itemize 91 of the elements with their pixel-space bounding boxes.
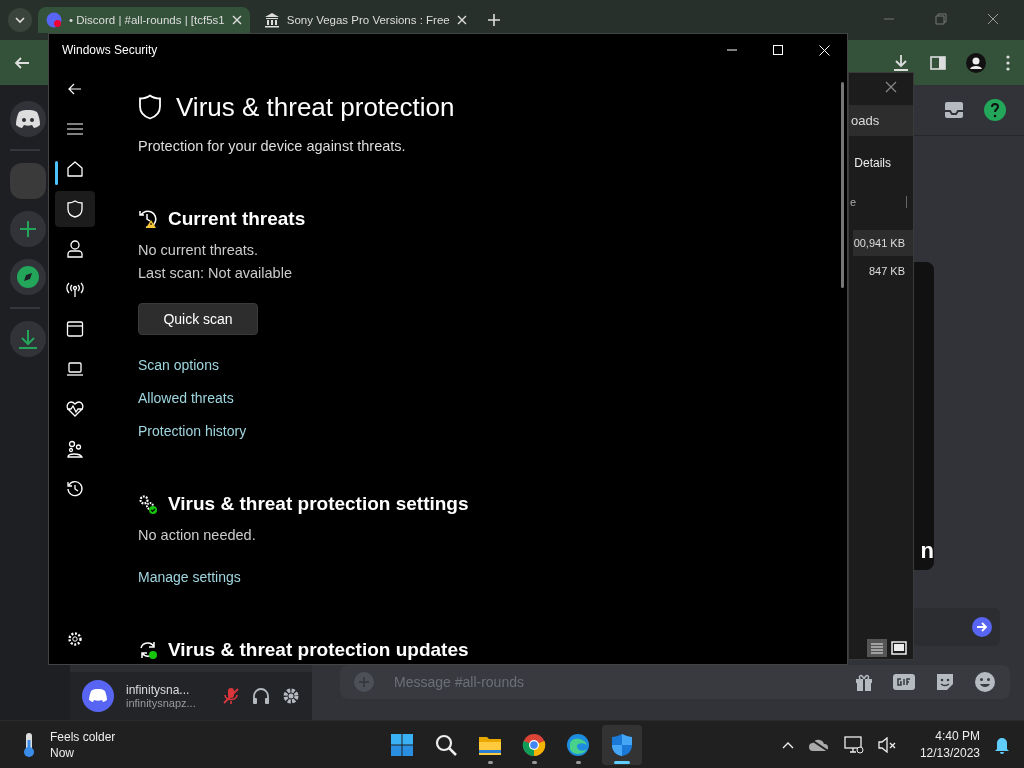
tab-list-button[interactable] [8, 8, 32, 32]
health-icon [66, 400, 84, 418]
shield-icon [138, 94, 162, 120]
tiles-view-icon[interactable] [891, 641, 907, 655]
museum-favicon-icon [263, 12, 280, 28]
add-server-button[interactable] [10, 211, 46, 247]
section-heading: Virus & threat protection settings [168, 493, 469, 515]
scrollbar-thumb[interactable] [841, 82, 844, 288]
user-tag: infinitysnapz... [126, 697, 210, 709]
cloud-off-icon[interactable] [807, 737, 830, 752]
status-text: No action needed. [138, 526, 256, 545]
settings-link[interactable]: Scan options [138, 355, 219, 375]
clock-warning-icon [138, 209, 158, 229]
app-icon [66, 320, 84, 338]
tab-title: Sony Vegas Pro Versions : Free [286, 14, 450, 26]
nav-item[interactable] [55, 191, 95, 227]
explore-button[interactable] [10, 259, 46, 295]
headphones-icon[interactable] [252, 687, 270, 705]
start-icon [390, 732, 414, 757]
embed-text: n [920, 538, 934, 564]
browser-tab[interactable]: • Discord | #all-rounds | [tcf5s1 [38, 7, 250, 33]
search-icon [434, 732, 458, 757]
settings-icon[interactable] [282, 687, 300, 705]
menu-icon[interactable] [67, 123, 83, 135]
discord-favicon-icon [46, 12, 62, 28]
status-text: No current threats. [138, 241, 259, 260]
edge-icon [566, 732, 590, 757]
maximize-icon[interactable] [773, 45, 783, 55]
chrome-icon [522, 732, 546, 757]
discord-logo-icon [15, 109, 41, 129]
username: infinitysna... [126, 683, 191, 697]
weather-title[interactable]: Feels colder [50, 728, 116, 745]
message-input[interactable]: Message #all-rounds [392, 673, 836, 691]
refresh-check-icon [138, 640, 158, 660]
profile-icon[interactable] [966, 52, 986, 73]
back-arrow-icon[interactable] [68, 83, 82, 95]
gif-icon[interactable] [892, 672, 916, 692]
compass-icon [17, 266, 39, 288]
browser-tab[interactable]: Sony Vegas Pro Versions : Free [255, 7, 475, 33]
menu-icon[interactable] [1006, 54, 1010, 71]
taskbar-app[interactable] [602, 724, 642, 765]
message-field[interactable]: Message #all-rounds [340, 665, 1010, 699]
details-button[interactable]: Details [854, 156, 913, 170]
download-icon [17, 328, 39, 350]
quick-scan-button[interactable]: Quick scan [138, 303, 258, 335]
device-icon [66, 360, 84, 378]
tab-title: • Discord | #all-rounds | [tcf5s1 [69, 14, 225, 26]
status-text: Last scan: Not available [138, 264, 292, 283]
download-apps-button[interactable] [10, 321, 46, 357]
downloads-tab[interactable]: oads [849, 105, 913, 136]
history-icon [66, 480, 84, 498]
inbox-icon[interactable] [944, 101, 964, 119]
speaker-muted-icon[interactable] [877, 736, 898, 753]
gears-check-icon [138, 494, 158, 514]
thermometer-icon[interactable] [22, 731, 36, 758]
family-icon [66, 440, 84, 458]
gift-icon[interactable] [854, 672, 874, 692]
clock-time[interactable]: 4:40 PM [935, 727, 980, 745]
home-icon [66, 160, 84, 178]
settings-link[interactable]: Protection history [138, 421, 247, 441]
chevron-up-icon[interactable] [781, 740, 794, 749]
page-subtitle: Protection for your device against threats. [138, 137, 406, 156]
discord-home-button[interactable] [10, 101, 46, 137]
settings-link[interactable]: Allowed threats [138, 388, 234, 408]
security-icon [610, 732, 634, 757]
monitor-icon[interactable] [843, 735, 864, 754]
new-tab-icon[interactable] [486, 13, 501, 27]
window-title: Windows Security [62, 43, 158, 57]
section-heading: Current threats [168, 208, 306, 230]
emoji-icon[interactable] [974, 671, 996, 693]
side-panel-icon[interactable] [930, 54, 946, 71]
page-heading: Virus & threat protection [176, 91, 455, 123]
help-icon[interactable] [984, 99, 1006, 121]
notification-bell-icon[interactable] [994, 735, 1010, 754]
column-header[interactable]: e [849, 196, 907, 208]
weather-subtitle[interactable]: Now [50, 744, 116, 761]
network-icon [66, 280, 84, 298]
back-arrow-icon[interactable] [14, 54, 30, 71]
microphone-icon[interactable] [222, 687, 240, 705]
shield-icon [66, 200, 84, 218]
file-size-cell[interactable]: 00,941 KB [852, 230, 913, 256]
download-icon[interactable] [892, 53, 910, 72]
section-heading: Virus & threat protection updates [168, 639, 469, 661]
chevron-down-icon [14, 14, 26, 26]
user-avatar-icon[interactable] [82, 680, 114, 712]
clock-date[interactable]: 12/13/2023 [919, 744, 980, 762]
sticker-icon[interactable] [934, 671, 956, 693]
plus-icon [19, 220, 37, 238]
account-icon [66, 240, 84, 258]
file-size-cell[interactable]: 847 KB [867, 258, 913, 284]
settings-link[interactable]: Manage settings [138, 567, 241, 587]
